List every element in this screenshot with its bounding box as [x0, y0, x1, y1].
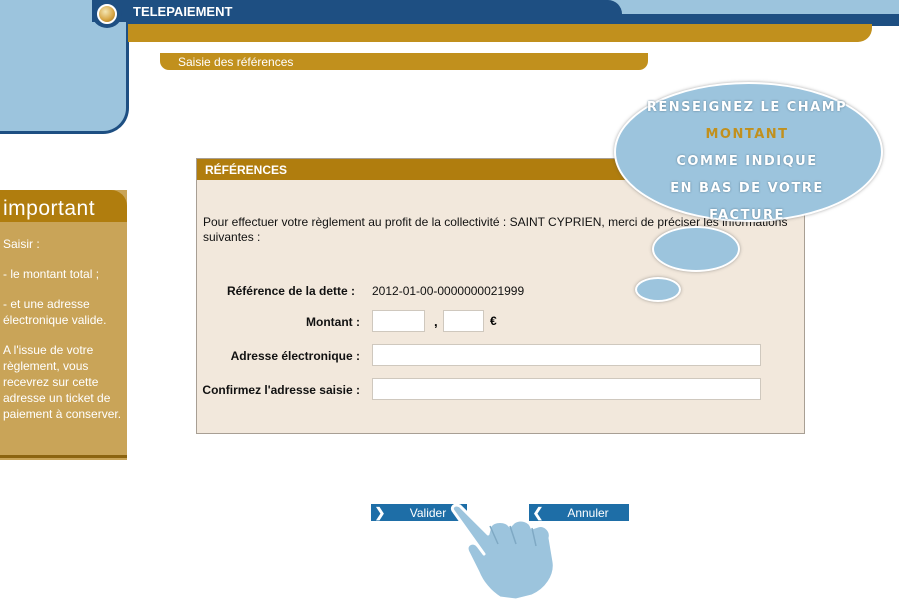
important-paragraph: A l'issue de votre règlement, vous recev… — [3, 343, 122, 421]
thought-bubble-text: RENSEIGNEZ LE CHAMP MONTANT COMME INDIQU… — [640, 94, 854, 229]
thought-bubble-dot-large — [652, 226, 740, 272]
important-body: Saisir : - le montant total ; - et une a… — [3, 236, 125, 436]
amount-label: Montant : — [306, 315, 360, 329]
bubble-line: EN BAS DE VOTRE FACTURE — [670, 181, 824, 223]
logo-circle-icon — [92, 0, 122, 28]
reference-label: Référence de la dette : — [226, 284, 355, 298]
page-subtitle: Saisie des références — [178, 55, 294, 69]
amount-decimal-input[interactable] — [443, 310, 484, 332]
amount-integer-input[interactable] — [372, 310, 425, 332]
thought-bubble-dot-small — [635, 277, 681, 302]
important-paragraph: - le montant total ; — [3, 267, 100, 281]
important-paragraph: - et une adresse électronique valide. — [3, 297, 107, 327]
pointing-hand-icon — [450, 503, 556, 600]
chevron-right-icon: ❯ — [374, 504, 386, 520]
app-title: TELEPAIEMENT — [133, 4, 233, 19]
references-title: RÉFÉRENCES — [205, 163, 288, 177]
important-paragraph: Saisir : — [3, 237, 40, 251]
important-divider — [0, 455, 127, 458]
bubble-line: RENSEIGNEZ LE CHAMP — [646, 100, 848, 115]
bubble-highlight: MONTANT — [705, 127, 789, 142]
currency-symbol: € — [490, 314, 497, 328]
confirm-email-label: Confirmez l'adresse saisie : — [202, 383, 360, 397]
important-title: important — [3, 197, 96, 220]
bubble-line: COMME INDIQUE — [676, 154, 818, 169]
header-gold-strip — [128, 24, 872, 42]
reference-value: 2012-01-00-0000000021999 — [372, 284, 525, 298]
email-label: Adresse électronique : — [230, 349, 360, 363]
confirm-email-input[interactable] — [372, 378, 761, 400]
amount-separator: , — [434, 314, 438, 329]
email-input[interactable] — [372, 344, 761, 366]
